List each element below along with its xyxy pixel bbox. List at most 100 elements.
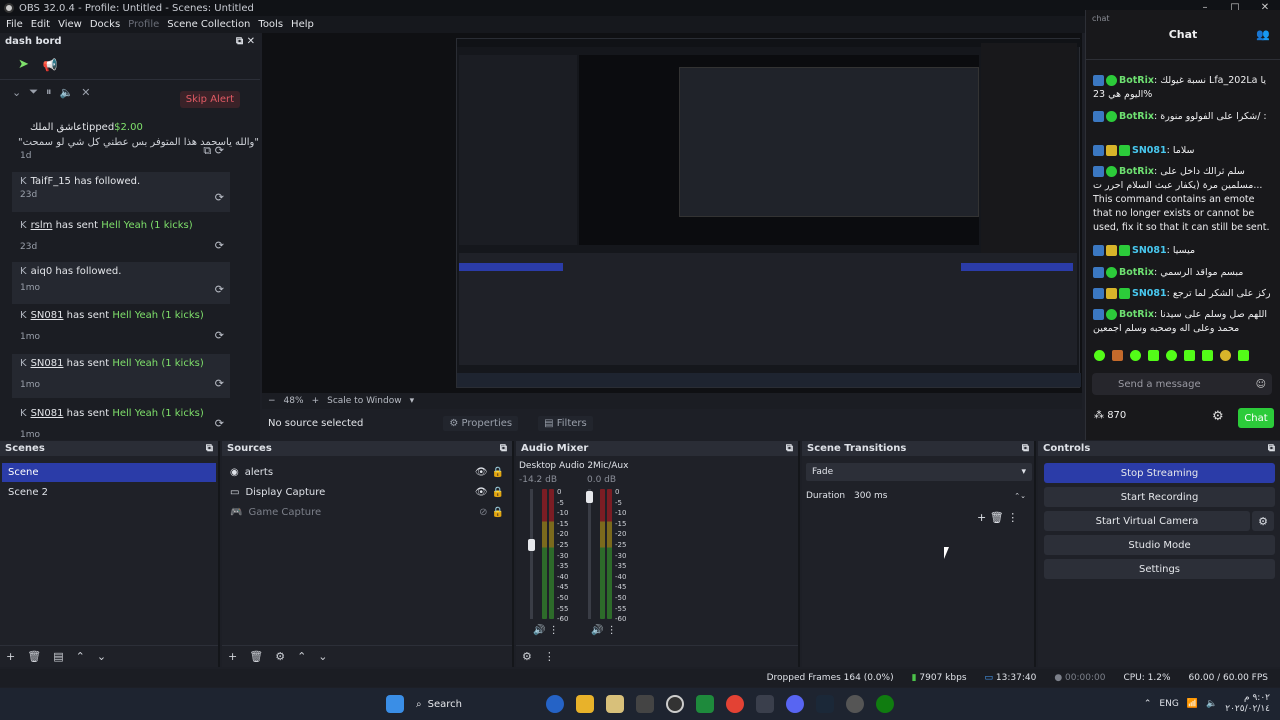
replay-icon[interactable]: ⟳ xyxy=(215,417,224,430)
properties-button[interactable]: ⚙ Properties xyxy=(443,415,519,431)
chat-message-input[interactable]: Send a message ☺ xyxy=(1092,373,1272,395)
replay-icon[interactable]: ⟳ xyxy=(215,377,224,390)
chevron-up-icon[interactable]: ⌃ xyxy=(297,650,306,663)
lock-icon[interactable]: 🔒 xyxy=(492,507,504,518)
spin-icon[interactable]: ⌃⌄ xyxy=(1014,492,1026,500)
replay-icon[interactable]: ⟳ xyxy=(215,329,224,342)
eye-icon[interactable]: 👁 xyxy=(475,487,488,498)
emote-icon[interactable] xyxy=(1130,350,1141,361)
steam-icon[interactable] xyxy=(816,695,834,713)
volume-slider[interactable] xyxy=(588,489,591,619)
store-icon[interactable] xyxy=(606,695,624,713)
taskbar-search[interactable]: ⌕ Search xyxy=(410,693,540,715)
emote-icon[interactable] xyxy=(1166,350,1177,361)
filter-icon[interactable]: ⏷ xyxy=(29,85,38,99)
chat-settings-icon[interactable]: ⚙ xyxy=(1212,409,1224,424)
duration-input[interactable]: 300 ms ⌃⌄ xyxy=(848,487,1032,505)
menu-profile[interactable]: Profile xyxy=(124,19,163,30)
dock-float-icon[interactable]: ⧉ xyxy=(786,443,793,454)
obs-icon[interactable] xyxy=(666,695,684,713)
trash-icon[interactable]: 🗑 xyxy=(27,650,41,663)
settings-button[interactable]: Settings xyxy=(1044,559,1275,579)
volume-slider[interactable] xyxy=(530,489,533,619)
add-icon[interactable]: + xyxy=(6,650,15,663)
stop-streaming-button[interactable]: Stop Streaming xyxy=(1044,463,1275,483)
replay-icon[interactable]: ⧉ ⟳ xyxy=(203,144,224,158)
start-virtual-camera-button[interactable]: Start Virtual Camera xyxy=(1044,511,1250,531)
transition-select[interactable]: Fade ▾ xyxy=(806,463,1032,481)
add-icon[interactable]: + xyxy=(977,511,986,524)
emote-icon[interactable] xyxy=(1184,350,1195,361)
emote-icon[interactable] xyxy=(1112,350,1123,361)
scene-item[interactable]: Scene xyxy=(2,463,216,482)
mute-icon[interactable]: ✕ xyxy=(81,86,90,99)
trash-icon[interactable]: 🗑 xyxy=(990,511,1004,524)
dash-close-icon[interactable]: ⧉ ✕ xyxy=(236,36,255,47)
scene-item[interactable]: Scene 2 xyxy=(2,483,216,502)
replay-icon[interactable]: ⟳ xyxy=(215,239,224,252)
emote-icon[interactable] xyxy=(1094,350,1105,361)
volume-icon[interactable]: 🔈 xyxy=(1206,699,1217,709)
trash-icon[interactable]: 🗑 xyxy=(249,650,263,663)
emote-icon[interactable] xyxy=(1202,350,1213,361)
emote-icon[interactable] xyxy=(1220,350,1231,361)
menu-docks[interactable]: Docks xyxy=(86,19,124,30)
network-icon[interactable]: 📶 xyxy=(1187,699,1198,709)
menu-scene-collection[interactable]: Scene Collection xyxy=(163,19,254,30)
virtual-camera-gear-icon[interactable]: ⚙ xyxy=(1252,511,1274,531)
send-icon[interactable]: ➤ xyxy=(18,57,29,72)
settings-app-icon[interactable] xyxy=(636,695,654,713)
megaphone-icon[interactable]: 📢 xyxy=(43,58,58,72)
speaker-icon[interactable]: 🔊 ⋮ xyxy=(591,625,617,636)
source-item[interactable]: 🎮 Game Capture ⊘ 🔒 xyxy=(224,503,510,522)
users-icon[interactable]: 👥 xyxy=(1256,28,1270,41)
lock-icon[interactable]: 🔒 xyxy=(492,487,504,498)
chat-send-button[interactable]: Chat xyxy=(1238,408,1274,428)
pause-icon[interactable]: ⏸ xyxy=(46,85,52,99)
add-icon[interactable]: + xyxy=(228,650,237,663)
gear-icon[interactable]: ⚙ xyxy=(275,650,285,663)
chevron-up-icon[interactable]: ⌃ xyxy=(76,650,85,663)
windows-start-icon[interactable] xyxy=(386,695,404,713)
discord-icon[interactable] xyxy=(786,695,804,713)
dock-float-icon[interactable]: ⧉ xyxy=(206,443,213,454)
dock-float-icon[interactable]: ⧉ xyxy=(1268,443,1275,454)
chevron-down-icon[interactable]: ⌄ xyxy=(12,86,21,99)
volume-slider-handle[interactable] xyxy=(586,491,593,503)
start-recording-button[interactable]: Start Recording xyxy=(1044,487,1275,507)
chevron-down-icon[interactable]: ⌄ xyxy=(97,650,106,663)
replay-icon[interactable]: ⟳ xyxy=(215,191,224,204)
dock-float-icon[interactable]: ⧉ xyxy=(500,443,507,454)
mixer-settings-icon[interactable]: ⚙ xyxy=(522,650,532,663)
language-indicator[interactable]: ENG xyxy=(1159,699,1178,709)
studio-mode-button[interactable]: Studio Mode xyxy=(1044,535,1275,555)
filters-button[interactable]: ▤ Filters xyxy=(538,415,593,431)
chevron-up-icon[interactable]: ⌃ xyxy=(1144,699,1152,709)
zoom-in-icon[interactable]: + xyxy=(312,396,320,406)
source-item[interactable]: ▭ Display Capture 👁 🔒 xyxy=(224,483,510,502)
emote-icon[interactable] xyxy=(1238,350,1249,361)
replay-icon[interactable]: ⟳ xyxy=(215,283,224,296)
clock[interactable]: ٩:٠٢ م ٢٠٢٥/٠٢/١٤ xyxy=(1225,693,1270,715)
more-icon[interactable]: ⋮ xyxy=(544,650,555,663)
zoom-out-icon[interactable]: − xyxy=(268,396,276,406)
eye-hidden-icon[interactable]: ⊘ xyxy=(479,507,487,518)
emoji-icon[interactable]: ☺ xyxy=(1256,379,1266,390)
menu-edit[interactable]: Edit xyxy=(27,19,54,30)
menu-view[interactable]: View xyxy=(54,19,86,30)
xbox-icon[interactable] xyxy=(876,695,894,713)
skip-alert-button[interactable]: Skip Alert xyxy=(179,91,240,108)
menu-file[interactable]: File xyxy=(2,19,27,30)
filter-icon[interactable]: ▤ xyxy=(53,650,63,663)
chevron-down-icon[interactable]: ⌄ xyxy=(318,650,327,663)
scale-mode-select[interactable]: Scale to Window xyxy=(327,396,401,406)
chrome-icon[interactable] xyxy=(726,695,744,713)
file-explorer-icon[interactable] xyxy=(576,695,594,713)
volume-slider-handle[interactable] xyxy=(528,539,535,551)
chevron-down-icon[interactable]: ▾ xyxy=(410,396,415,406)
more-icon[interactable]: ⋮ xyxy=(1007,511,1018,524)
gear-app-icon[interactable] xyxy=(846,695,864,713)
menu-tools[interactable]: Tools xyxy=(254,19,287,30)
lock-icon[interactable]: 🔒 xyxy=(492,467,504,478)
source-item[interactable]: ◉ alerts 👁 🔒 xyxy=(224,463,510,482)
